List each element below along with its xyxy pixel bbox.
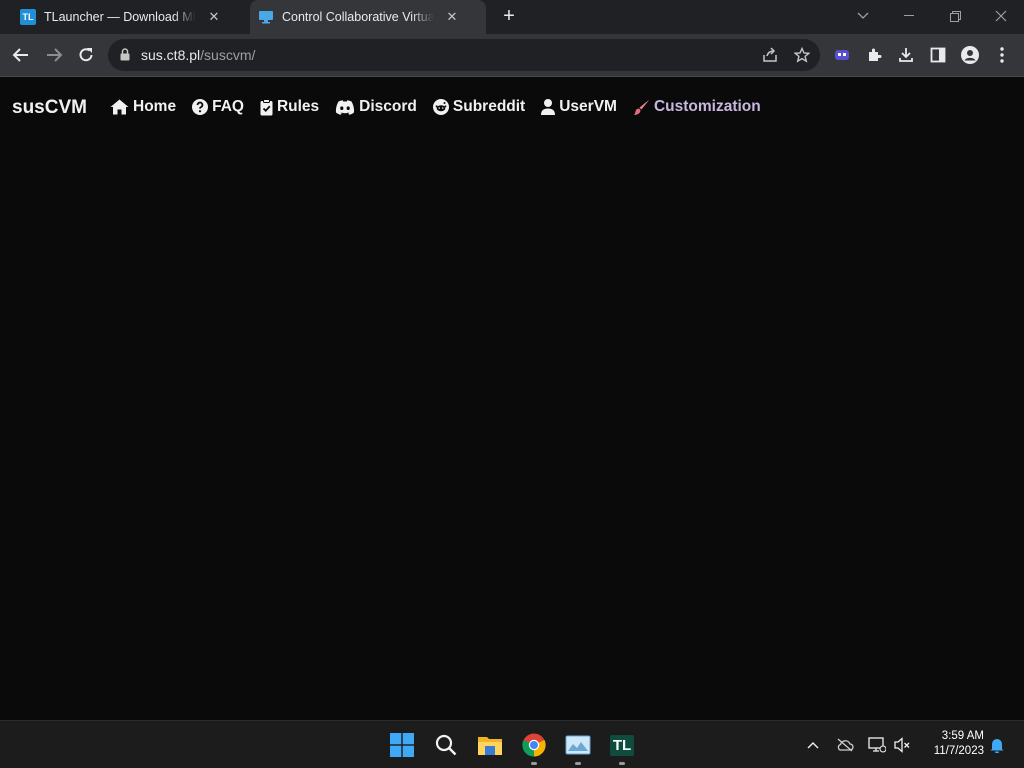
nav-label: Home: [133, 98, 177, 115]
windows-logo-icon: [390, 733, 414, 757]
site-nav: Home FAQ Rules Discord Subreddit UserVM …: [110, 97, 777, 117]
question-icon: [192, 99, 209, 115]
system-clock[interactable]: 3:59 AM 11/7/2023: [922, 729, 984, 759]
search-icon: [435, 734, 457, 756]
home-icon: [110, 99, 129, 115]
lock-icon[interactable]: [120, 48, 130, 66]
clock-date: 11/7/2023: [933, 745, 984, 757]
page-content: susCVM Home FAQ Rules Discord Subreddit …: [0, 78, 1024, 720]
nav-uservm[interactable]: UserVM: [541, 97, 617, 117]
puzzle-extensions-icon[interactable]: [862, 43, 886, 67]
minimize-button[interactable]: [886, 0, 932, 32]
browser-titlebar: TL TLauncher — Download Minecraft ✕ Cont…: [0, 0, 1024, 34]
url-host: sus.ct8.pl: [141, 47, 201, 63]
bookmark-star-icon[interactable]: [790, 43, 814, 67]
nav-label: Customization: [653, 98, 761, 115]
profile-avatar-icon[interactable]: [958, 43, 982, 67]
nav-rules[interactable]: Rules: [260, 97, 319, 117]
nav-label: Rules: [276, 98, 320, 115]
user-icon: [541, 99, 556, 115]
side-panel-icon[interactable]: [926, 43, 950, 67]
extension-icon[interactable]: [830, 43, 854, 67]
notification-bell-icon[interactable]: [986, 735, 1008, 755]
url-text: sus.ct8.pl/suscvm/: [141, 47, 255, 63]
clock-time: 3:59 AM: [941, 730, 984, 742]
nav-subreddit[interactable]: Subreddit: [432, 97, 526, 117]
volume-muted-icon[interactable]: [891, 735, 913, 755]
nav-label: UserVM: [559, 98, 617, 115]
browser-toolbar: sus.ct8.pl/suscvm/: [0, 34, 1024, 77]
nav-faq[interactable]: FAQ: [192, 97, 244, 117]
nav-discord[interactable]: Discord: [335, 97, 417, 117]
reload-button[interactable]: [73, 42, 99, 68]
tlauncher-button[interactable]: TL: [606, 729, 638, 765]
chrome-icon: [522, 733, 546, 757]
share-icon[interactable]: [758, 43, 782, 67]
monitor-icon: [258, 9, 274, 25]
address-bar[interactable]: sus.ct8.pl/suscvm/: [108, 39, 820, 71]
running-indicator: [619, 762, 625, 765]
tab-search-icon[interactable]: [840, 0, 886, 32]
nav-label: FAQ: [212, 98, 244, 115]
close-tab-icon[interactable]: ✕: [444, 9, 460, 25]
forward-button[interactable]: [41, 42, 67, 68]
download-icon[interactable]: [894, 43, 918, 67]
photo-viewer-icon: [565, 735, 591, 755]
chrome-button[interactable]: [518, 729, 550, 765]
menu-kebab-icon[interactable]: [990, 43, 1014, 67]
show-hidden-icons-chevron[interactable]: [802, 735, 824, 755]
paintbrush-icon: [633, 99, 649, 115]
nav-home[interactable]: Home: [110, 97, 176, 117]
back-button[interactable]: [8, 42, 34, 68]
url-path: /suscvm/: [200, 47, 256, 63]
tab-title: Control Collaborative Virtual Machines: [282, 10, 434, 24]
file-explorer-button[interactable]: [474, 729, 506, 761]
discord-icon: [336, 99, 355, 115]
close-window-button[interactable]: [978, 0, 1024, 32]
tab-tlauncher[interactable]: TL TLauncher — Download Minecraft ✕: [12, 0, 248, 34]
running-indicator: [531, 762, 537, 765]
site-brand[interactable]: susCVM: [12, 97, 87, 119]
restore-button[interactable]: [932, 0, 978, 32]
running-indicator: [575, 762, 581, 765]
nav-label: Discord: [359, 98, 417, 115]
tab-title: TLauncher — Download Minecraft: [44, 10, 196, 24]
photos-button[interactable]: [562, 729, 594, 765]
close-tab-icon[interactable]: ✕: [206, 9, 222, 25]
network-icon[interactable]: [866, 735, 888, 755]
reddit-icon: [432, 99, 449, 115]
tlauncher-icon: TL: [20, 9, 36, 25]
nav-customization[interactable]: Customization: [633, 97, 761, 117]
nav-label: Subreddit: [452, 98, 526, 115]
new-tab-button[interactable]: +: [498, 6, 520, 28]
folder-icon: [478, 737, 502, 755]
clipboard-icon: [260, 98, 273, 115]
start-button[interactable]: [386, 729, 418, 761]
search-button[interactable]: [430, 729, 462, 761]
tlauncher-logo: TL: [609, 734, 635, 756]
onedrive-offline-icon[interactable]: [834, 735, 856, 755]
windows-taskbar: TL 3:59 AM 11/7/2023: [0, 720, 1024, 768]
tab-collabvm[interactable]: Control Collaborative Virtual Machines ✕: [250, 0, 486, 34]
